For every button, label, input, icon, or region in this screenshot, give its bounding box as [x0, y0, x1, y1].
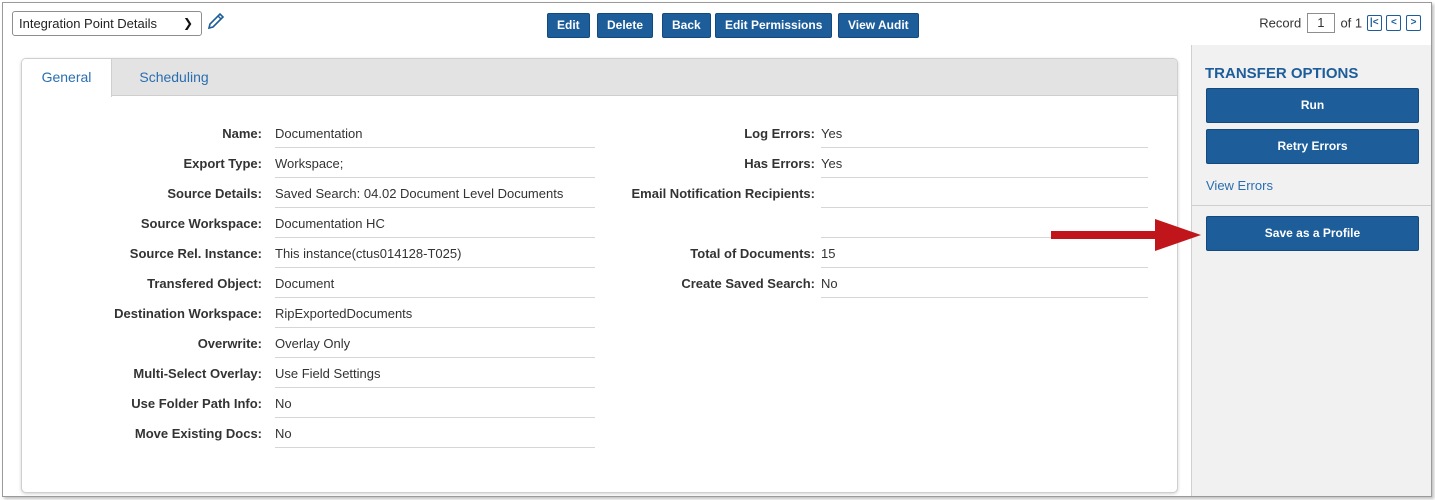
- transfer-options-sidebar: TRANSFER OPTIONS Run Retry Errors View E…: [1191, 45, 1431, 496]
- record-number-input[interactable]: 1: [1306, 13, 1335, 33]
- left-field-value: Saved Search: 04.02 Document Level Docum…: [275, 186, 595, 208]
- tab-bar: General Scheduling: [22, 59, 1177, 97]
- left-field-label: Source Details:: [167, 186, 262, 201]
- left-field-value: RipExportedDocuments: [275, 306, 595, 328]
- record-label: Record: [1259, 15, 1302, 31]
- tab-scheduling[interactable]: Scheduling: [114, 59, 234, 96]
- transfer-options-title: TRANSFER OPTIONS: [1205, 65, 1359, 82]
- back-button[interactable]: Back: [662, 13, 711, 38]
- left-field-label: Source Workspace:: [140, 216, 262, 231]
- left-field-label: Move Existing Docs:: [134, 426, 262, 441]
- left-field-label: Export Type:: [183, 156, 263, 171]
- record-navigator: Record 1 of 1 |< < >: [1259, 13, 1421, 35]
- left-field-label: Name:: [222, 126, 262, 141]
- right-field-value: No: [821, 276, 1148, 298]
- run-button[interactable]: Run: [1206, 88, 1419, 123]
- view-errors-link[interactable]: View Errors: [1206, 178, 1273, 193]
- edit-permissions-button[interactable]: Edit Permissions: [715, 13, 833, 38]
- save-as-profile-button[interactable]: Save as a Profile: [1206, 216, 1419, 251]
- right-field-label: Create Saved Search:: [681, 276, 815, 291]
- left-field-label: Destination Workspace:: [114, 306, 262, 321]
- delete-button[interactable]: Delete: [597, 13, 654, 38]
- left-field-value: Documentation: [275, 126, 595, 148]
- view-audit-button[interactable]: View Audit: [838, 13, 919, 38]
- view-select-value: Integration Point Details: [19, 16, 158, 31]
- first-record-icon[interactable]: |<: [1366, 15, 1382, 31]
- right-field-value: Yes: [821, 126, 1148, 148]
- right-field-label: Total of Documents:: [690, 246, 815, 261]
- left-field-value: No: [275, 396, 595, 418]
- left-field-label: Overwrite:: [197, 336, 262, 351]
- details-panel: General Scheduling Name: Documentation Exp…: [21, 58, 1178, 493]
- left-field-value: No: [275, 426, 595, 448]
- left-field-value: Documentation HC: [275, 216, 595, 238]
- red-arrow-annotation: [1051, 219, 1201, 251]
- edit-button[interactable]: Edit: [547, 13, 590, 38]
- right-field-label: Email Notification Recipients:: [631, 186, 815, 201]
- right-field-value: [821, 186, 1148, 208]
- chevron-down-icon: ❯: [182, 16, 193, 30]
- top-toolbar: Integration Point Details ❯ Edit Delete …: [3, 3, 1431, 43]
- left-field-value: Workspace;: [275, 156, 595, 178]
- left-field-value: Overlay Only: [275, 336, 595, 358]
- integration-point-window: Integration Point Details ❯ Edit Delete …: [2, 2, 1432, 497]
- left-field-label: Source Rel. Instance:: [129, 246, 262, 261]
- left-field-value: Document: [275, 276, 595, 298]
- right-field-label: Has Errors:: [744, 156, 815, 171]
- record-total: of 1: [1340, 15, 1363, 31]
- right-field-label: Log Errors:: [744, 126, 815, 141]
- left-field-label: Use Folder Path Info:: [131, 396, 262, 411]
- left-field-label: Transfered Object:: [147, 276, 262, 291]
- view-select[interactable]: Integration Point Details ❯: [12, 11, 202, 36]
- pencil-icon[interactable]: [205, 10, 227, 32]
- left-field-label: Multi-Select Overlay:: [133, 366, 262, 381]
- previous-record-icon[interactable]: <: [1386, 15, 1402, 31]
- next-record-icon[interactable]: >: [1406, 15, 1421, 31]
- right-field-value: Yes: [821, 156, 1148, 178]
- left-field-value: Use Field Settings: [275, 366, 595, 388]
- retry-errors-button[interactable]: Retry Errors: [1206, 129, 1419, 164]
- tab-general[interactable]: General: [22, 59, 112, 97]
- left-field-value: This instance(ctus014128-T025): [275, 246, 595, 268]
- sidebar-divider: [1192, 205, 1431, 206]
